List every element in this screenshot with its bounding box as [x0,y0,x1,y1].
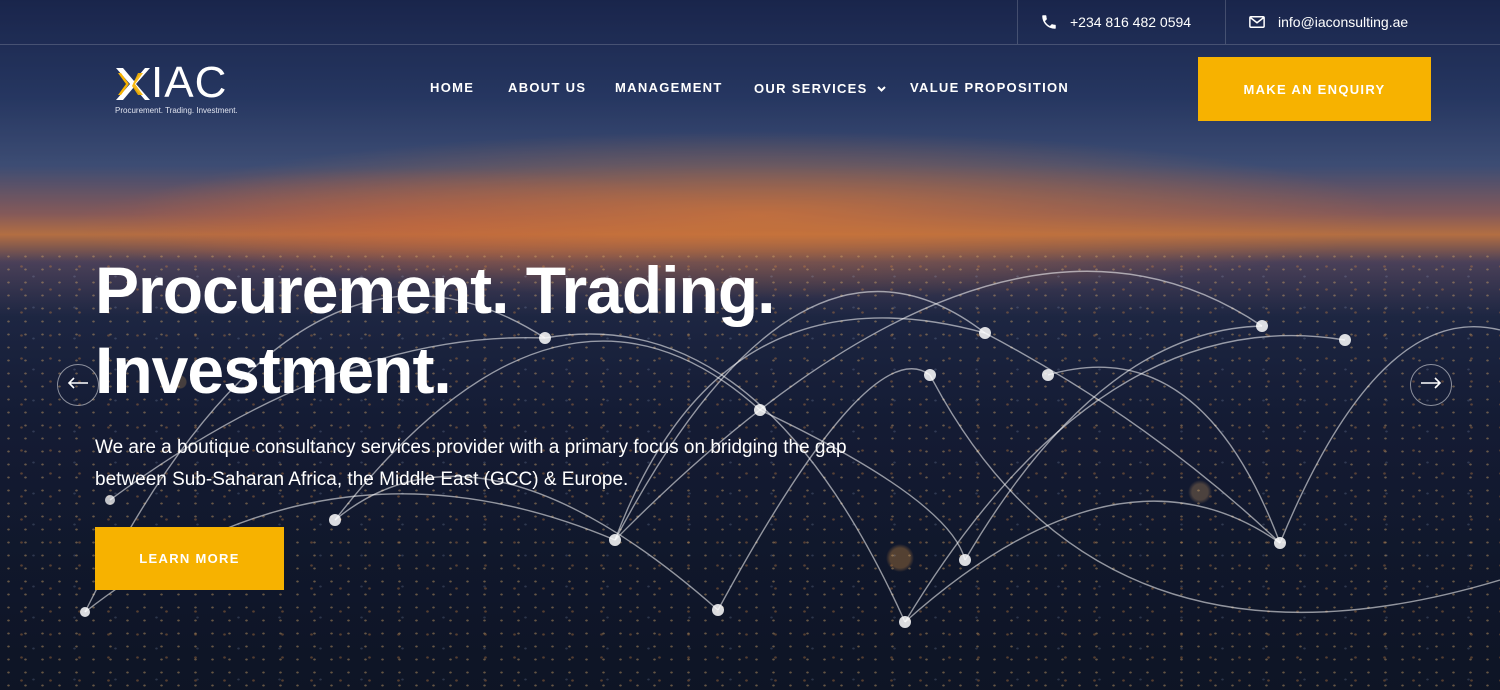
phone-contact[interactable]: +234 816 482 0594 [1040,0,1191,44]
arrow-right-icon [1420,376,1442,394]
learn-more-button[interactable]: LEARN MORE [95,527,284,590]
chevron-down-icon [876,80,886,95]
logo-mark-icon [116,68,150,100]
nav-item-management[interactable]: MANAGEMENT [615,80,723,95]
phone-icon [1040,13,1058,31]
nav-item-home[interactable]: HOME [430,80,474,95]
slider-prev-button[interactable] [57,364,99,406]
hero-headline: Procurement. Trading. Investment. [95,250,775,410]
envelope-icon [1248,13,1266,31]
site-logo[interactable]: IAC Procurement. Trading. Investment. [114,58,254,120]
hero-headline-line-2: Investment. [95,333,452,407]
email-contact[interactable]: info@iaconsulting.ae [1248,0,1408,44]
email-address: info@iaconsulting.ae [1278,14,1409,30]
phone-number: +234 816 482 0594 [1070,14,1192,30]
nav-item-our-services[interactable]: OUR SERVICES [754,80,886,96]
hero-section: +234 816 482 0594 info@iaconsulting.ae I… [0,0,1500,690]
logo-wordmark: IAC [151,58,228,107]
logo-tagline: Procurement. Trading. Investment. [115,106,238,115]
arrow-left-icon [67,376,89,394]
slider-next-button[interactable] [1410,364,1452,406]
hero-description: We are a boutique consultancy services p… [95,437,847,490]
top-bar: +234 816 482 0594 info@iaconsulting.ae [0,0,1500,45]
make-enquiry-button[interactable]: MAKE AN ENQUIRY [1198,57,1431,121]
nav-item-about-us[interactable]: ABOUT US [508,80,586,95]
nav-item-value-proposition[interactable]: VALUE PROPOSITION [910,80,1069,95]
nav-item-our-services-label: OUR SERVICES [754,81,868,96]
hero-headline-line-1: Procurement. Trading. [95,253,775,327]
